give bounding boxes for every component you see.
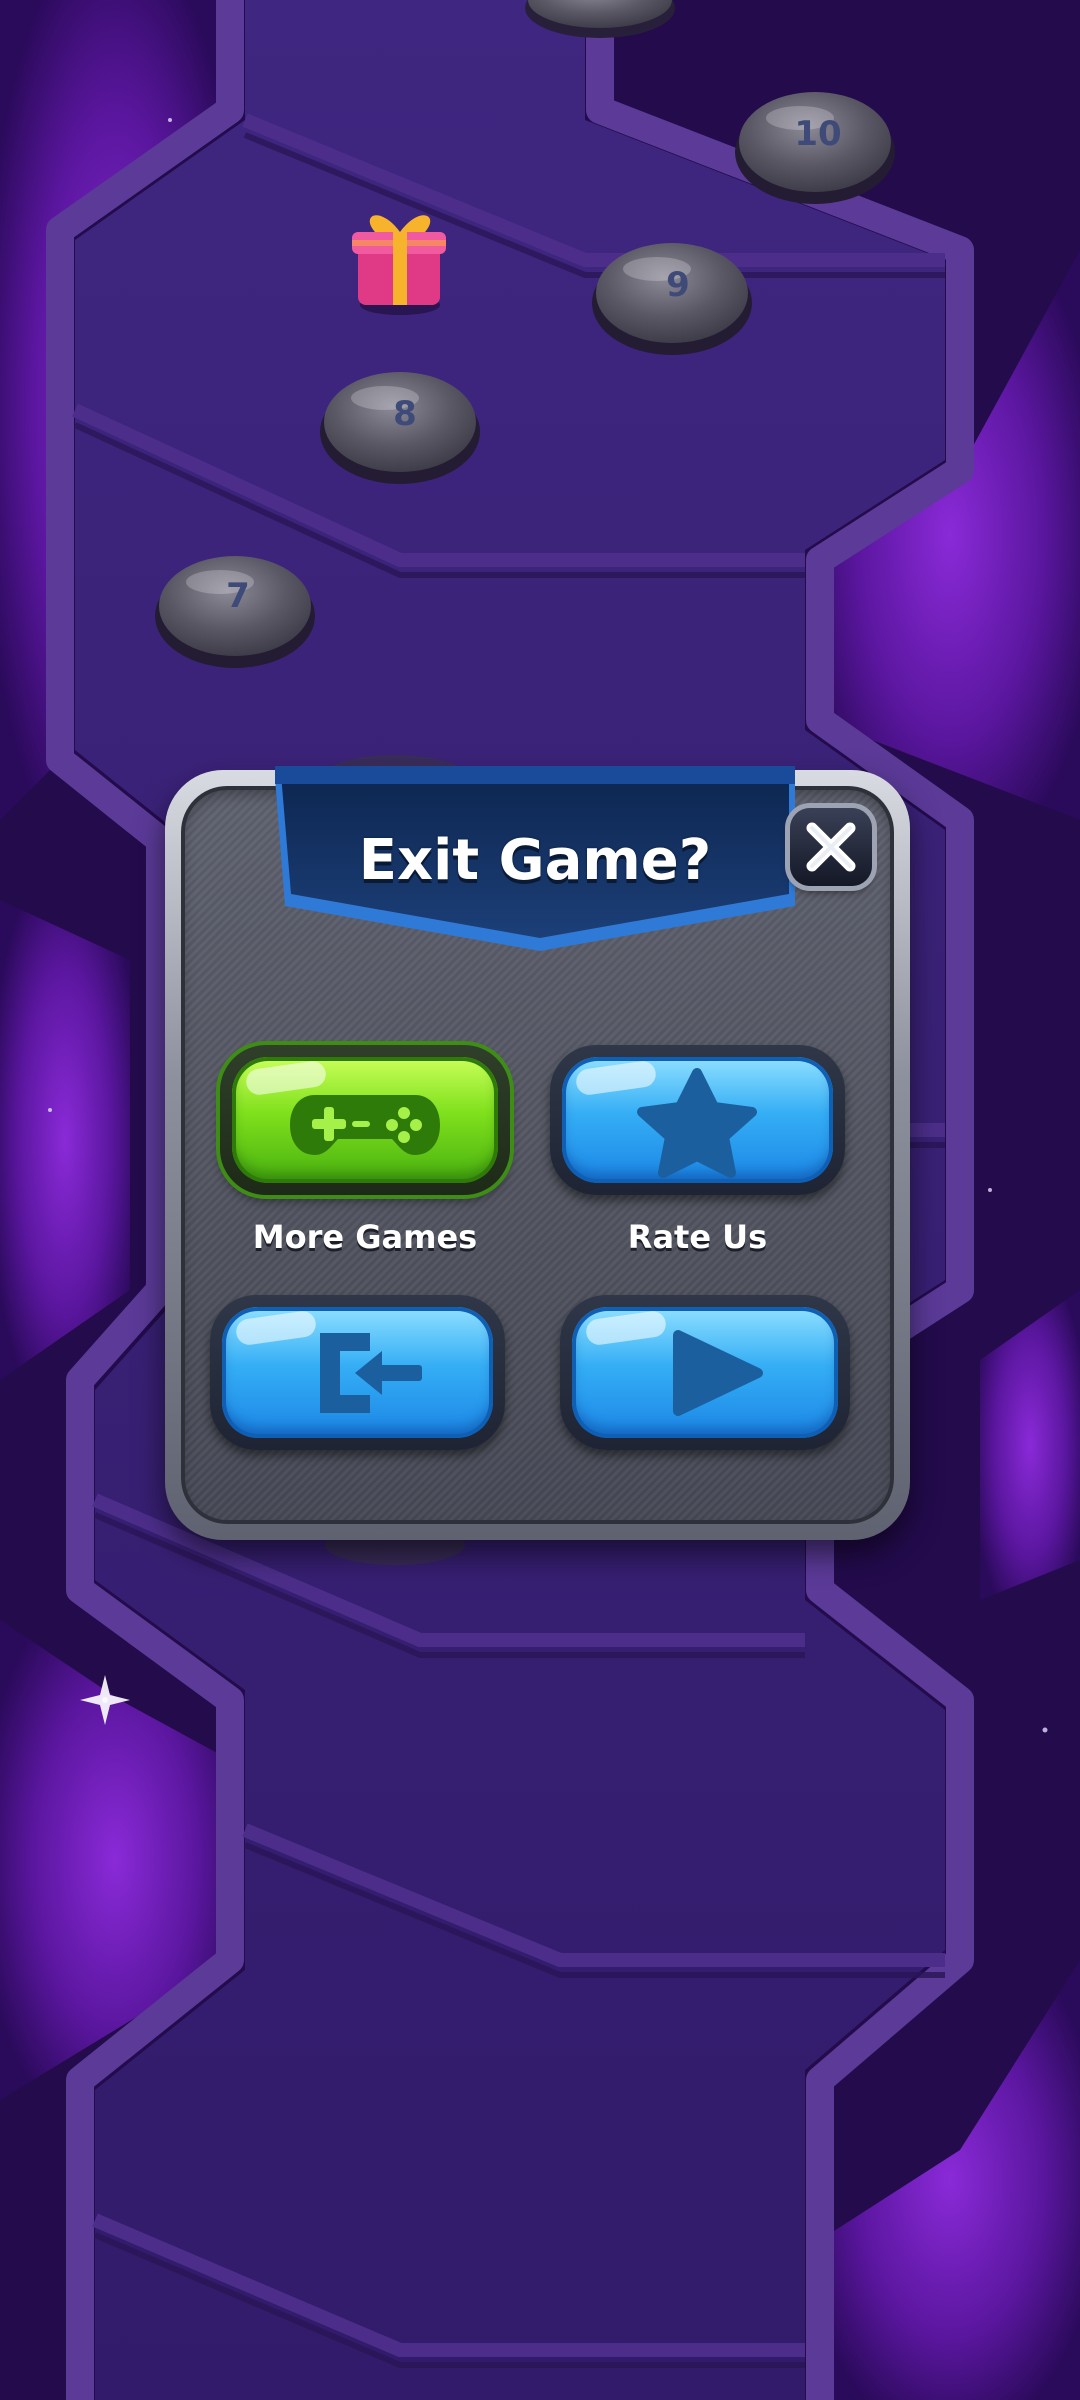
close-button[interactable] [790, 808, 872, 886]
exit-door-icon [320, 1333, 422, 1413]
rate-us-label: Rate Us [627, 1218, 768, 1256]
more-games-label: More Games [252, 1218, 478, 1256]
level-number: 7 [226, 576, 250, 616]
exit-button[interactable] [210, 1295, 505, 1450]
star-icon [637, 1068, 757, 1178]
dialog-title: Exit Game? [358, 828, 712, 893]
play-icon [673, 1330, 763, 1416]
gamepad-icon [290, 1095, 440, 1155]
level-stone-8[interactable]: 8 [320, 372, 480, 484]
level-stone-10[interactable]: 10 [735, 92, 895, 204]
level-stone-9[interactable]: 9 [592, 243, 752, 355]
level-number: 10 [794, 114, 841, 154]
rate-us-button[interactable] [550, 1045, 845, 1195]
level-number: 8 [393, 394, 417, 434]
exit-dialog: Exit Game? More Games Rate Us [165, 766, 910, 1540]
more-games-button[interactable] [220, 1045, 510, 1195]
level-stone-7[interactable]: 7 [155, 556, 315, 668]
close-icon [806, 822, 856, 872]
game-screen: 10 9 8 7 Exit Game? More Games Rate Us [0, 0, 1080, 2400]
resume-button[interactable] [560, 1295, 850, 1450]
level-number: 9 [666, 265, 690, 305]
